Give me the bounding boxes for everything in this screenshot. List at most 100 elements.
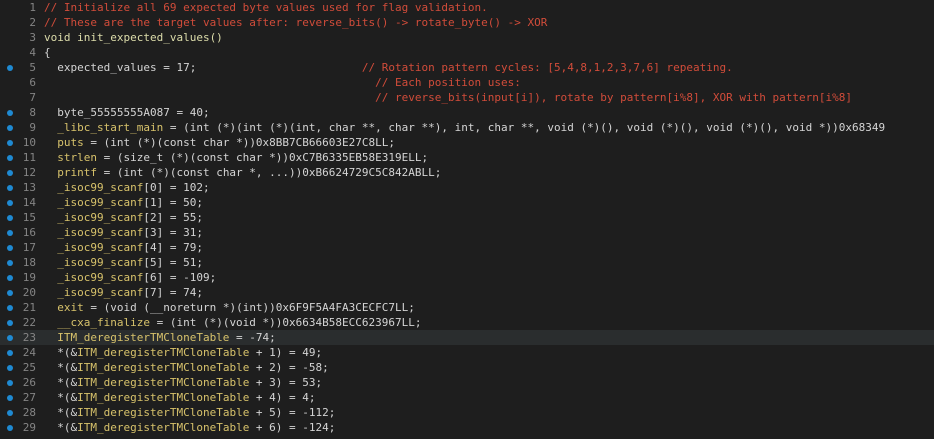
- code-text: expected_values = 17; // Rotation patter…: [44, 60, 934, 75]
- line-number: 5: [29, 61, 36, 74]
- code-line[interactable]: 8 byte_55555555A087 = 40;: [0, 105, 934, 120]
- code-token: = (size_t (*)(const char *))0xC7B6335EB5…: [96, 151, 429, 164]
- code-symbol: ITM_deregisterTMCloneTable: [44, 331, 230, 344]
- code-line[interactable]: 9 _libc_start_main = (int (*)(int (*)(in…: [0, 120, 934, 135]
- code-token: [6] = -109;: [143, 271, 217, 284]
- code-text: exit = (void (__noreturn *)(int))0x6F9F5…: [44, 300, 934, 315]
- code-symbol: printf: [44, 166, 97, 179]
- code-line[interactable]: 15 _isoc99_scanf[2] = 55;: [0, 210, 934, 225]
- code-symbol: ITM_deregisterTMCloneTable: [77, 361, 250, 374]
- code-token: = (int (*)(void *))0x6634B58ECC623967LL;: [149, 316, 422, 329]
- code-token: *(&: [44, 346, 78, 359]
- line-number: 12: [22, 166, 36, 179]
- code-token: + 3) = 53;: [249, 376, 323, 389]
- code-line[interactable]: 27 *(&ITM_deregisterTMCloneTable + 4) = …: [0, 390, 934, 405]
- code-text: {: [44, 45, 934, 60]
- line-number: 13: [22, 181, 36, 194]
- code-line[interactable]: 4{: [0, 45, 934, 60]
- line-number: 23: [22, 331, 36, 344]
- code-symbol: _isoc99_scanf: [44, 241, 144, 254]
- code-token: = (int (*)(const char *, ...))0xB6624729…: [96, 166, 442, 179]
- code-symbol: _libc_start_main: [44, 121, 164, 134]
- code-symbol: ITM_deregisterTMCloneTable: [77, 376, 250, 389]
- code-comment: // These are the target values after: re…: [44, 16, 548, 29]
- code-symbol: __cxa_finalize: [44, 316, 150, 329]
- code-line[interactable]: 1 // Initialize all 69 expected byte valu…: [0, 0, 934, 15]
- line-number: 29: [22, 421, 36, 434]
- code-token: [3] = 31;: [143, 226, 203, 239]
- code-symbol: ITM_deregisterTMCloneTable: [77, 391, 250, 404]
- code-text: puts = (int (*)(const char *))0x8BB7CB66…: [44, 135, 934, 150]
- code-symbol: exit: [44, 301, 84, 314]
- code-token: + 4) = 4;: [249, 391, 316, 404]
- code-line[interactable]: 23 ITM_deregisterTMCloneTable = -74;: [0, 330, 934, 345]
- code-comment: // Rotation pattern cycles: [5,4,8,1,2,3…: [196, 61, 733, 74]
- code-symbol: ITM_deregisterTMCloneTable: [77, 346, 250, 359]
- code-text: *(&ITM_deregisterTMCloneTable + 4) = 4;: [44, 390, 934, 405]
- line-number: 16: [22, 226, 36, 239]
- code-line[interactable]: 25 *(&ITM_deregisterTMCloneTable + 2) = …: [0, 360, 934, 375]
- code-lines: 1 // Initialize all 69 expected byte valu…: [0, 0, 934, 435]
- code-token: [4] = 79;: [143, 241, 203, 254]
- line-number: 22: [22, 316, 36, 329]
- code-text: _isoc99_scanf[1] = 50;: [44, 195, 934, 210]
- line-number: 26: [22, 376, 36, 389]
- code-line[interactable]: 10 puts = (int (*)(const char *))0x8BB7C…: [0, 135, 934, 150]
- line-number: 18: [22, 256, 36, 269]
- code-symbol: _isoc99_scanf: [44, 286, 144, 299]
- line-number: 3: [29, 31, 36, 44]
- code-symbol: _isoc99_scanf: [44, 256, 144, 269]
- code-line[interactable]: 17 _isoc99_scanf[4] = 79;: [0, 240, 934, 255]
- code-line[interactable]: 12 printf = (int (*)(const char *, ...))…: [0, 165, 934, 180]
- code-text: void init_expected_values(): [44, 30, 934, 45]
- line-number: 7: [29, 91, 36, 104]
- code-line[interactable]: 29 *(&ITM_deregisterTMCloneTable + 6) = …: [0, 420, 934, 435]
- code-token: *(&: [44, 361, 78, 374]
- line-number: 14: [22, 196, 36, 209]
- line-number: 10: [22, 136, 36, 149]
- code-line[interactable]: 21 exit = (void (__noreturn *)(int))0x6F…: [0, 300, 934, 315]
- code-text: // reverse_bits(input[i]), rotate by pat…: [44, 90, 934, 105]
- code-line[interactable]: 7 // reverse_bits(input[i]), rotate by p…: [0, 90, 934, 105]
- code-line[interactable]: 3 void init_expected_values(): [0, 30, 934, 45]
- code-token: + 6) = -124;: [249, 421, 336, 434]
- code-text: // These are the target values after: re…: [44, 15, 934, 30]
- code-editor[interactable]: 1 // Initialize all 69 expected byte valu…: [0, 0, 934, 439]
- line-number: 28: [22, 406, 36, 419]
- code-text: _libc_start_main = (int (*)(int (*)(int,…: [44, 120, 934, 135]
- code-token: expected_values = 17;: [44, 61, 197, 74]
- code-line[interactable]: 20 _isoc99_scanf[7] = 74;: [0, 285, 934, 300]
- code-line[interactable]: 24 *(&ITM_deregisterTMCloneTable + 1) = …: [0, 345, 934, 360]
- line-number: 11: [22, 151, 36, 164]
- line-number: 8: [29, 106, 36, 119]
- line-number: 20: [22, 286, 36, 299]
- code-line[interactable]: 5 expected_values = 17; // Rotation patt…: [0, 60, 934, 75]
- code-line[interactable]: 6 // Each position uses:: [0, 75, 934, 90]
- code-token: byte_55555555A087 = 40;: [44, 106, 210, 119]
- code-line[interactable]: 13 _isoc99_scanf[0] = 102;: [0, 180, 934, 195]
- code-token: *(&: [44, 421, 78, 434]
- line-number: 4: [29, 46, 36, 59]
- code-text: __cxa_finalize = (int (*)(void *))0x6634…: [44, 315, 934, 330]
- line-number: 15: [22, 211, 36, 224]
- code-text: _isoc99_scanf[7] = 74;: [44, 285, 934, 300]
- code-token: [1] = 50;: [143, 196, 203, 209]
- code-line[interactable]: 18 _isoc99_scanf[5] = 51;: [0, 255, 934, 270]
- code-line[interactable]: 26 *(&ITM_deregisterTMCloneTable + 3) = …: [0, 375, 934, 390]
- code-text: *(&ITM_deregisterTMCloneTable + 2) = -58…: [44, 360, 934, 375]
- code-token: = (int (*)(const char *))0x8BB7CB66603E2…: [83, 136, 396, 149]
- line-number: 25: [22, 361, 36, 374]
- line-number: 21: [22, 301, 36, 314]
- code-line[interactable]: 22 __cxa_finalize = (int (*)(void *))0x6…: [0, 315, 934, 330]
- code-text: *(&ITM_deregisterTMCloneTable + 6) = -12…: [44, 420, 934, 435]
- code-text: *(&ITM_deregisterTMCloneTable + 1) = 49;: [44, 345, 934, 360]
- code-line[interactable]: 16 _isoc99_scanf[3] = 31;: [0, 225, 934, 240]
- code-line[interactable]: 14 _isoc99_scanf[1] = 50;: [0, 195, 934, 210]
- code-line[interactable]: 2 // These are the target values after: r…: [0, 15, 934, 30]
- code-symbol: ITM_deregisterTMCloneTable: [77, 421, 250, 434]
- code-line[interactable]: 28 *(&ITM_deregisterTMCloneTable + 5) = …: [0, 405, 934, 420]
- line-number: 24: [22, 346, 36, 359]
- code-line[interactable]: 19 _isoc99_scanf[6] = -109;: [0, 270, 934, 285]
- code-token: + 2) = -58;: [249, 361, 329, 374]
- code-line[interactable]: 11 strlen = (size_t (*)(const char *))0x…: [0, 150, 934, 165]
